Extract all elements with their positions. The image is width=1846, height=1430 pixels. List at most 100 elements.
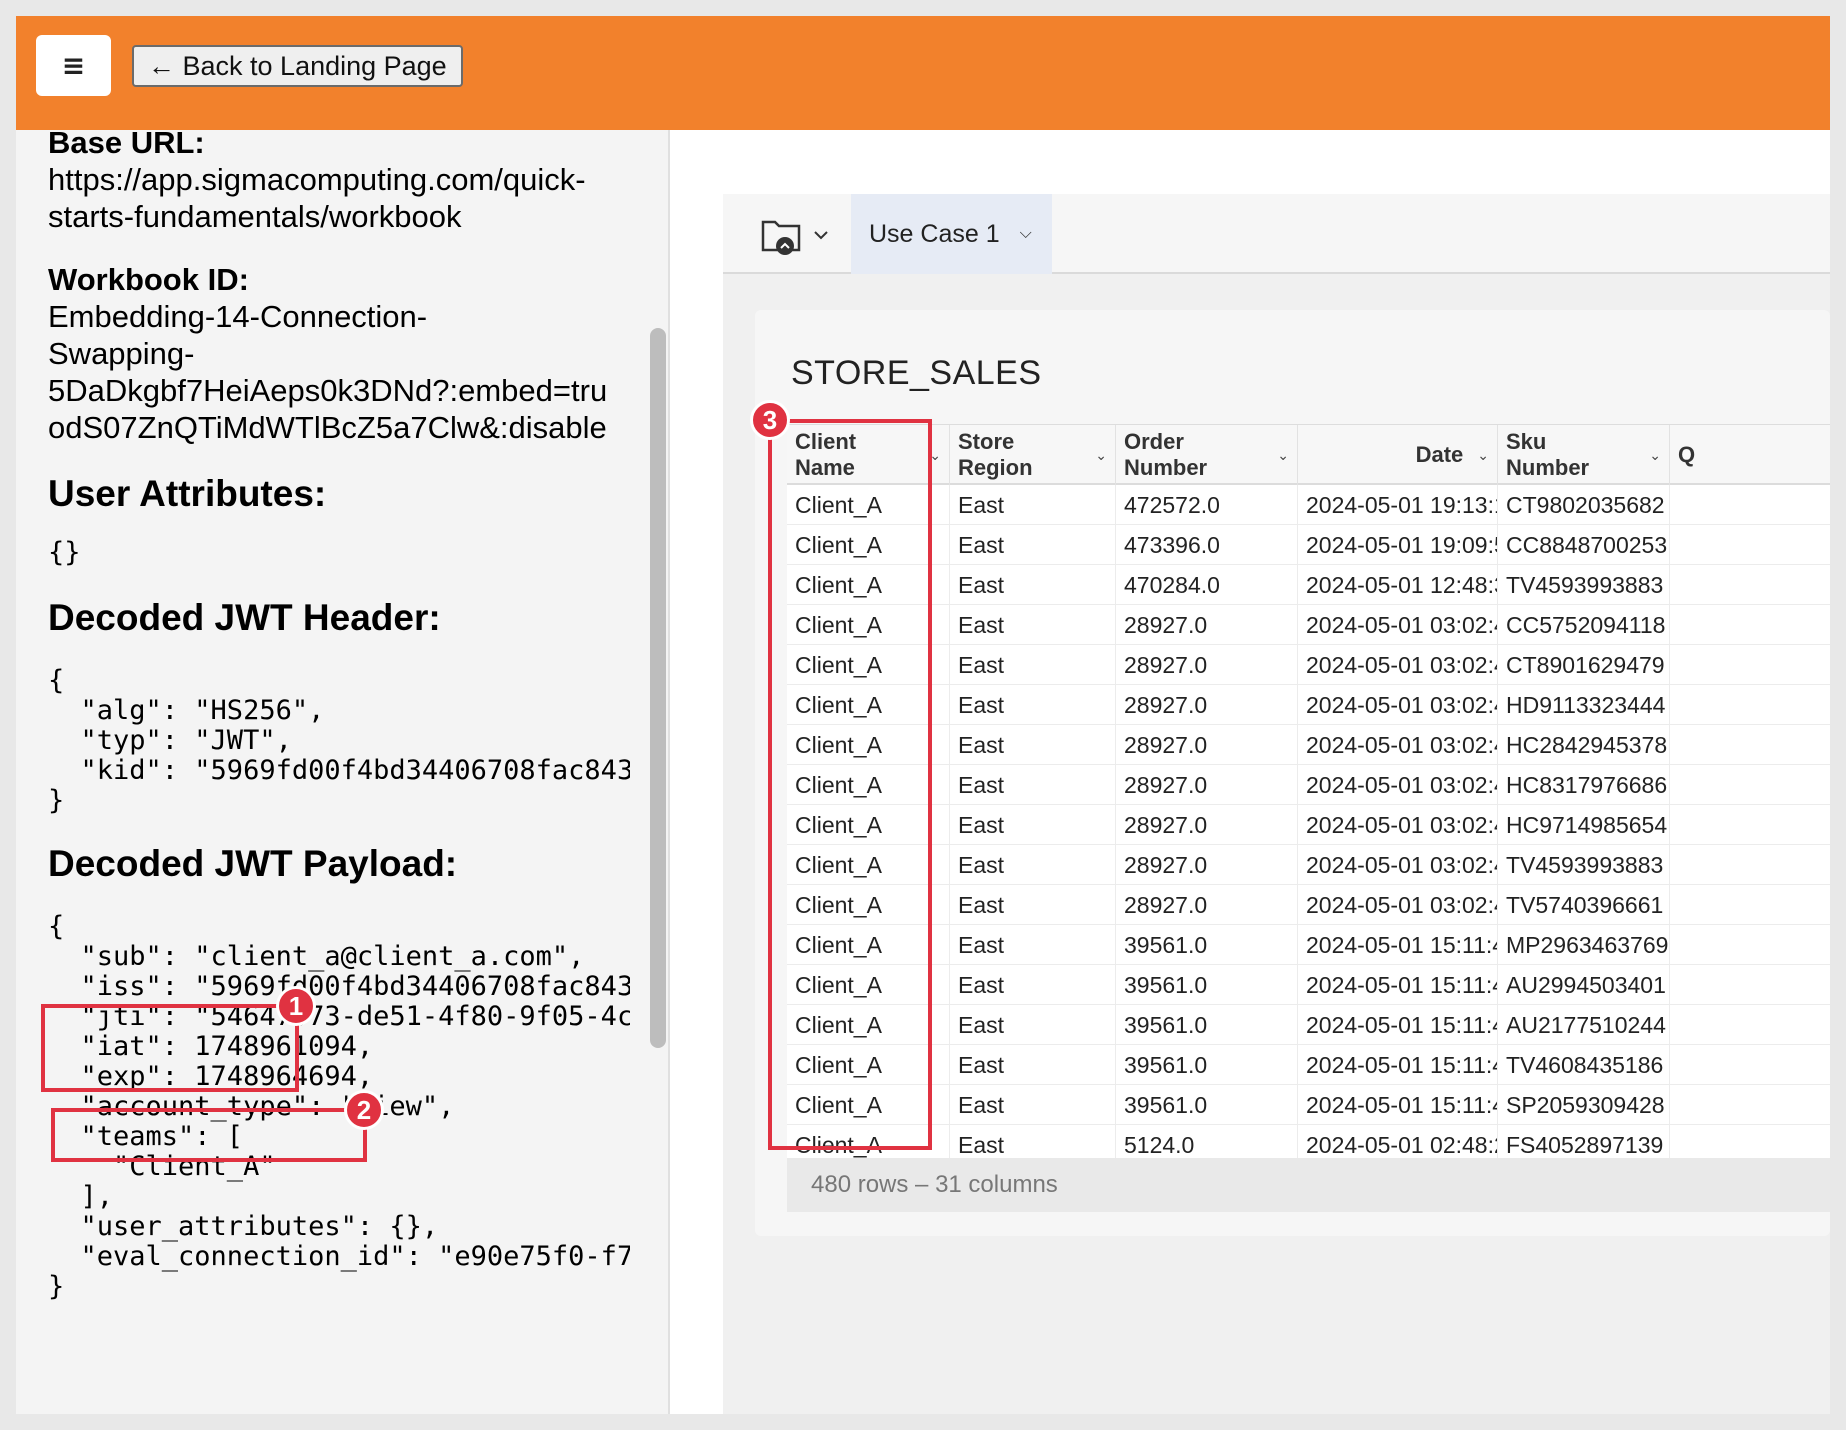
cell-date[interactable]: 2024-05-01 03:02:44 [1298,725,1498,765]
table-row[interactable]: Client_AEast28927.02024-05-01 03:02:44TV… [787,845,1830,885]
cell-store-region[interactable]: East [950,1085,1116,1125]
cell-q[interactable] [1670,485,1730,525]
folder-menu-button[interactable] [759,214,831,258]
cell-sku-number[interactable]: SP2059309428 [1498,1085,1670,1125]
cell-q[interactable] [1670,725,1730,765]
cell-q[interactable] [1670,1045,1730,1085]
cell-date[interactable]: 2024-05-01 15:11:49 [1298,965,1498,1005]
cell-order-number[interactable]: 28927.0 [1116,685,1298,725]
cell-order-number[interactable]: 472572.0 [1116,485,1298,525]
cell-order-number[interactable]: 28927.0 [1116,605,1298,645]
cell-date[interactable]: 2024-05-01 02:48:26 [1298,1125,1498,1158]
cell-sku-number[interactable]: HC9714985654 [1498,805,1670,845]
tab-use-case-1[interactable]: Use Case 1 ⌵ [851,194,1052,274]
cell-date[interactable]: 2024-05-01 03:02:44 [1298,645,1498,685]
cell-date[interactable]: 2024-05-01 03:02:44 [1298,885,1498,925]
cell-sku-number[interactable]: AU2994503401 [1498,965,1670,1005]
chevron-down-icon[interactable]: ⌵ [1020,225,1032,243]
cell-store-region[interactable]: East [950,845,1116,885]
column-header-store-region[interactable]: Store Region ⌄ [950,425,1116,485]
chevron-down-icon[interactable]: ⌄ [1477,447,1489,464]
cell-sku-number[interactable]: TV4593993883 [1498,845,1670,885]
cell-store-region[interactable]: East [950,925,1116,965]
cell-sku-number[interactable]: TV4608435186 [1498,1045,1670,1085]
table-row[interactable]: Client_A East 39561.0 2024-05-01 15:11:49 MP… [787,925,1830,965]
cell-date[interactable]: 2024-05-01 15:11:49 [1298,1045,1498,1085]
cell-sku-number[interactable]: HC2842945378 [1498,725,1670,765]
cell-date[interactable]: 2024-05-01 03:02:44 [1298,845,1498,885]
table-row[interactable]: Client_AEast28927.02024-05-01 03:02:44CC… [787,605,1830,645]
cell-order-number[interactable]: 28927.0 [1116,725,1298,765]
cell-q[interactable] [1670,605,1730,645]
cell-q[interactable] [1670,925,1730,965]
cell-date[interactable]: 2024-05-01 19:13:11 [1298,485,1498,525]
cell-q[interactable] [1670,805,1730,845]
cell-order-number[interactable]: 39561.0 [1116,1085,1298,1125]
cell-q[interactable] [1670,645,1730,685]
table-row[interactable]: Client_AEast470284.02024-05-01 12:48:38T… [787,565,1830,605]
scrollbar-thumb[interactable] [650,328,666,1048]
cell-date[interactable]: 2024-05-01 15:11:49 [1298,1005,1498,1045]
cell-sku-number[interactable]: CT8901629479 [1498,645,1670,685]
table-row[interactable]: Client_AEast28927.02024-05-01 03:02:44HC… [787,765,1830,805]
cell-date[interactable]: 2024-05-01 19:09:58 [1298,525,1498,565]
cell-order-number[interactable]: 473396.0 [1116,525,1298,565]
cell-order-number[interactable]: 28927.0 [1116,645,1298,685]
cell-q[interactable] [1670,765,1730,805]
cell-store-region[interactable]: East [950,525,1116,565]
cell-date[interactable]: 2024-05-01 15:11:49 [1298,1085,1498,1125]
cell-store-region[interactable]: East [950,1045,1116,1085]
cell-store-region[interactable]: East [950,485,1116,525]
cell-store-region[interactable]: East [950,1005,1116,1045]
chevron-down-icon[interactable]: ⌄ [1649,447,1661,464]
cell-order-number[interactable]: 5124.0 [1116,1125,1298,1158]
cell-sku-number[interactable]: TV5740396661 [1498,885,1670,925]
table-row[interactable]: Client_A East 39561.0 2024-05-01 15:11:49 AU… [787,1005,1830,1045]
column-header-q[interactable]: Q [1670,425,1730,485]
back-to-landing-button[interactable]: ← Back to Landing Page [132,45,463,87]
table-row[interactable]: Client_AEast28927.02024-05-01 03:02:44HC… [787,805,1830,845]
cell-sku-number[interactable]: AU2177510244 [1498,1005,1670,1045]
table-row[interactable]: Client_AEast28927.02024-05-01 03:02:44HD… [787,685,1830,725]
column-header-order-number[interactable]: Order Number ⌄ [1116,425,1298,485]
cell-date[interactable]: 2024-05-01 12:48:38 [1298,565,1498,605]
cell-store-region[interactable]: East [950,645,1116,685]
cell-date[interactable]: 2024-05-01 03:02:44 [1298,685,1498,725]
cell-order-number[interactable]: 39561.0 [1116,925,1298,965]
table-row[interactable]: Client_AEast28927.02024-05-01 03:02:44CT… [787,645,1830,685]
table-row[interactable]: Client_A East 39561.0 2024-05-01 15:11:49 SP… [787,1085,1830,1125]
chevron-down-icon[interactable]: ⌄ [1277,447,1289,464]
cell-order-number[interactable]: 39561.0 [1116,1005,1298,1045]
cell-order-number[interactable]: 39561.0 [1116,1045,1298,1085]
cell-q[interactable] [1670,1125,1730,1158]
cell-store-region[interactable]: East [950,725,1116,765]
column-header-date[interactable]: Date ⌄ [1298,425,1498,485]
table-row[interactable]: Client_A East 39561.0 2024-05-01 15:11:49 AU… [787,965,1830,1005]
cell-order-number[interactable]: 28927.0 [1116,885,1298,925]
cell-store-region[interactable]: East [950,965,1116,1005]
cell-order-number[interactable]: 28927.0 [1116,845,1298,885]
cell-q[interactable] [1670,565,1730,605]
table-row[interactable]: Client_AEast28927.02024-05-01 03:02:44TV… [787,885,1830,925]
cell-date[interactable]: 2024-05-01 03:02:44 [1298,805,1498,845]
cell-sku-number[interactable]: CT9802035682 [1498,485,1670,525]
cell-q[interactable] [1670,525,1730,565]
cell-q[interactable] [1670,965,1730,1005]
cell-store-region[interactable]: East [950,885,1116,925]
cell-sku-number[interactable]: CC8848700253 [1498,525,1670,565]
cell-store-region[interactable]: East [950,565,1116,605]
embed-info-panel[interactable]: Base URL: https://app.sigmacomputing.com… [16,130,643,1414]
table-row[interactable]: Client_AEast473396.02024-05-01 19:09:58C… [787,525,1830,565]
cell-order-number[interactable]: 28927.0 [1116,805,1298,845]
cell-sku-number[interactable]: FS4052897139 [1498,1125,1670,1158]
cell-sku-number[interactable]: CC5752094118 [1498,605,1670,645]
cell-q[interactable] [1670,685,1730,725]
cell-order-number[interactable]: 28927.0 [1116,765,1298,805]
cell-sku-number[interactable]: HC8317976686 [1498,765,1670,805]
cell-q[interactable] [1670,885,1730,925]
cell-sku-number[interactable]: HD9113323444 [1498,685,1670,725]
cell-q[interactable] [1670,1005,1730,1045]
hamburger-menu-icon[interactable]: ≡ [36,35,111,96]
cell-store-region[interactable]: East [950,685,1116,725]
table-row[interactable]: Client_AEast28927.02024-05-01 03:02:44HC… [787,725,1830,765]
